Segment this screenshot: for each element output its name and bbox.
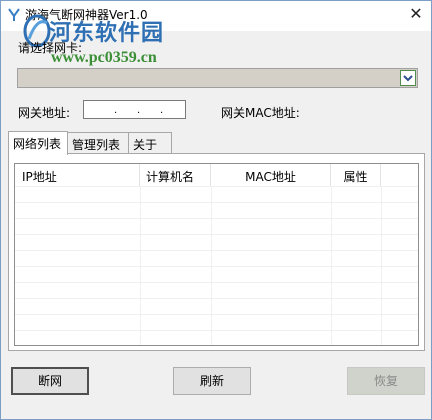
grid-row-line xyxy=(15,330,418,331)
gateway-address-label: 网关地址: xyxy=(18,106,71,120)
gateway-mac-label: 网关MAC地址: xyxy=(221,106,300,120)
list-header: IP地址 计算机名 MAC地址 属性 xyxy=(15,164,418,186)
tab-panel-network: IP地址 计算机名 MAC地址 属性 xyxy=(8,153,425,351)
nic-select[interactable] xyxy=(17,68,418,88)
chevron-down-icon[interactable] xyxy=(400,70,416,86)
app-logo-icon xyxy=(8,8,20,21)
grid-row-line xyxy=(15,298,418,299)
window-title: 游海气断网神器Ver1.0 xyxy=(25,8,148,22)
gateway-address-field[interactable]: . . . xyxy=(83,100,186,119)
ip-separator: . xyxy=(114,105,118,116)
ip-separator: . xyxy=(137,105,141,116)
column-ip[interactable]: IP地址 xyxy=(15,164,140,186)
app-window: 游海气断网神器Ver1.0 ✕ 河东软件园 www.pc0359.cn 请选择网… xyxy=(0,0,432,420)
restore-button[interactable]: 恢复 xyxy=(347,367,425,395)
title-bar[interactable]: 游海气断网神器Ver1.0 ✕ xyxy=(1,1,431,31)
grid-row-line xyxy=(15,234,418,235)
grid-row-line xyxy=(15,282,418,283)
column-attribute[interactable]: 属性 xyxy=(331,164,381,186)
grid-row-line xyxy=(15,202,418,203)
grid-row-line xyxy=(15,266,418,267)
column-mac[interactable]: MAC地址 xyxy=(211,164,331,186)
disconnect-button[interactable]: 断网 xyxy=(11,367,89,395)
column-computer-name[interactable]: 计算机名 xyxy=(140,164,211,186)
tab-manage-list[interactable]: 管理列表 xyxy=(67,132,129,154)
nic-label: 请选择网卡: xyxy=(18,41,83,55)
ip-separator: . xyxy=(160,105,164,116)
tab-network-list[interactable]: 网络列表 xyxy=(8,131,68,155)
grid-row-line xyxy=(15,218,418,219)
refresh-button[interactable]: 刷新 xyxy=(173,367,251,395)
grid-row-line xyxy=(15,314,418,315)
tab-about[interactable]: 关于 xyxy=(128,132,172,154)
close-button[interactable]: ✕ xyxy=(401,1,431,29)
host-list[interactable]: IP地址 计算机名 MAC地址 属性 xyxy=(14,163,419,346)
grid-row-line xyxy=(15,186,418,187)
grid-row-line xyxy=(15,250,418,251)
